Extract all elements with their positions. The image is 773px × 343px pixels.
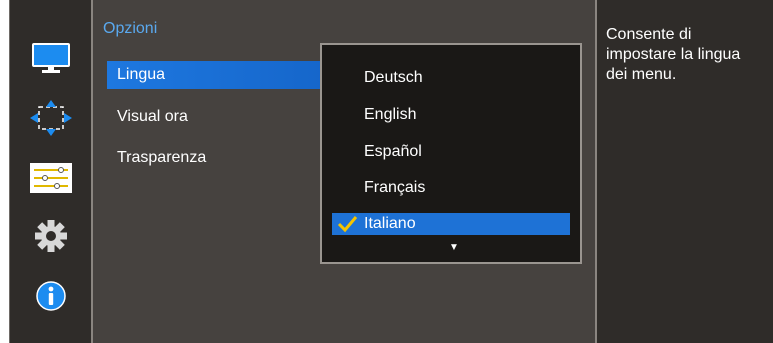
menu-item-language[interactable]: Lingua — [107, 61, 337, 89]
page-title: Opzioni — [103, 20, 158, 37]
menu-item-display-time[interactable]: Visual ora — [107, 103, 337, 131]
info-icon — [36, 281, 66, 311]
option-espanol[interactable]: Español — [332, 141, 570, 163]
sidebar-item-system[interactable] — [10, 158, 92, 198]
option-italiano[interactable]: Italiano — [332, 213, 570, 235]
options-panel: Opzioni Lingua Visual ora Trasparenza De… — [91, 0, 597, 343]
option-deutsch[interactable]: Deutsch — [332, 67, 570, 89]
scroll-down-icon[interactable]: ▼ — [449, 243, 459, 253]
category-sidebar — [9, 0, 92, 343]
language-dropdown: Deutsch English Español Français Italian… — [320, 43, 582, 264]
position-arrows-icon — [30, 100, 72, 136]
menu-item-transparency[interactable]: Trasparenza — [107, 144, 337, 172]
sidebar-item-information[interactable] — [10, 276, 92, 316]
sidebar-item-setup[interactable] — [10, 216, 92, 256]
help-panel: Consente di impostare la lingua dei menu… — [597, 0, 773, 343]
osd-menu: Opzioni Lingua Visual ora Trasparenza De… — [0, 0, 773, 343]
gear-icon — [35, 220, 67, 252]
option-francais[interactable]: Français — [332, 177, 570, 199]
help-text: Consente di impostare la lingua dei menu… — [606, 26, 741, 83]
sidebar-item-position[interactable] — [10, 98, 92, 138]
option-english[interactable]: English — [332, 104, 570, 126]
monitor-icon — [32, 43, 70, 73]
settings-sliders-icon — [30, 163, 72, 193]
checkmark-icon — [337, 216, 358, 233]
option-italiano-label: Italiano — [364, 215, 416, 232]
sidebar-item-picture[interactable] — [10, 38, 92, 78]
